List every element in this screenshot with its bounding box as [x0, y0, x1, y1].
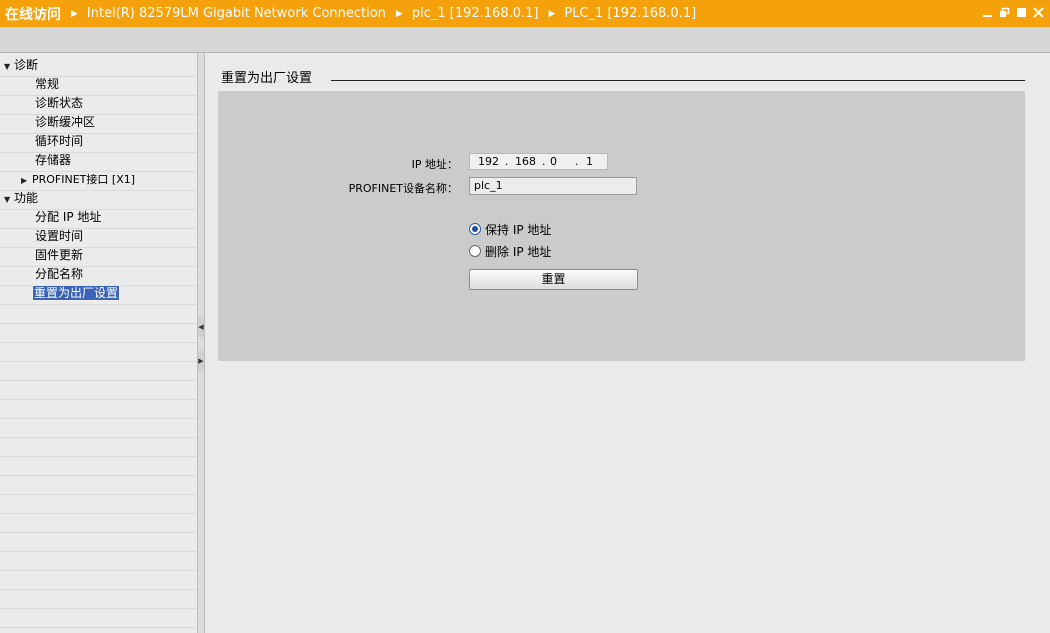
breadcrumb: 在线访问 ▶ Intel(R) 82579LM Gigabit Network … [0, 4, 696, 24]
collapse-left-icon[interactable]: ◀ [198, 317, 204, 337]
device-name-label: PROFINET设备名称： [348, 182, 458, 195]
tree-item-label: 诊断缓冲区 [35, 115, 96, 129]
ip-octet-2: 168 [515, 155, 536, 168]
chevron-right-icon: ▶ [548, 8, 556, 19]
tree-item-label: PROFINET接口 [X1] [32, 173, 136, 186]
ip-octet-4: 1 [586, 155, 593, 168]
tree-item-label: 诊断状态 [35, 96, 84, 110]
chevron-right-icon: ▶ [71, 8, 78, 19]
tree-item-profinet-interface[interactable]: ▶ PROFINET接口 [X1] [21, 170, 136, 189]
ip-address-field: 192 . 168 . 0 . 1 [469, 153, 608, 170]
window-controls [980, 4, 1046, 21]
tree-item-cycle-time[interactable]: 循环时间 [34, 132, 84, 151]
tree-item-factory-reset[interactable]: 重置为出厂设置 [31, 284, 121, 303]
minimize-icon[interactable] [980, 4, 995, 21]
ip-dot: . [505, 155, 509, 168]
tree-item-diagnostic-status[interactable]: 诊断状态 [34, 94, 84, 113]
tree-item-label: 常规 [35, 77, 60, 91]
tree-item-label: 循环时间 [35, 134, 84, 148]
toolbar [0, 27, 1050, 53]
ip-dot: . [542, 155, 546, 168]
tree-item-label: 存储器 [35, 153, 72, 167]
tree-item-set-time[interactable]: 设置时间 [34, 227, 84, 246]
breadcrumb-network-adapter[interactable]: Intel(R) 82579LM Gigabit Network Connect… [87, 6, 386, 21]
breadcrumb-device[interactable]: plc_1 [192.168.0.1] [412, 6, 539, 21]
tree-item-assign-ip[interactable]: 分配 IP 地址 [34, 208, 102, 227]
ip-octet-3: 0 [550, 155, 557, 168]
maximize-icon[interactable] [1014, 4, 1029, 21]
restore-icon[interactable] [997, 4, 1012, 21]
radio-button-checked[interactable] [469, 223, 481, 235]
settings-panel [218, 91, 1025, 361]
breadcrumb-root[interactable]: 在线访问 [5, 4, 61, 24]
section-title: 重置为出厂设置 [221, 71, 313, 86]
chevron-right-icon: ▶ [395, 8, 403, 19]
tree-item-assign-name[interactable]: 分配名称 [34, 265, 84, 284]
title-bar: 在线访问 ▶ Intel(R) 82579LM Gigabit Network … [0, 0, 1050, 27]
tree-item-label: 设置时间 [35, 229, 84, 243]
radio-button-unchecked[interactable] [469, 245, 481, 257]
tree-group-functions[interactable]: ▼ 功能 [4, 189, 38, 208]
tree-item-label: 重置为出厂设置 [31, 285, 121, 301]
tree-item-diagnostic-buffer[interactable]: 诊断缓冲区 [34, 113, 96, 132]
tree-item-label: 分配名称 [35, 267, 84, 281]
collapsed-arrow-icon[interactable]: ▶ [21, 171, 31, 190]
reset-button[interactable]: 重置 [469, 269, 638, 290]
tree-item-label: 分配 IP 地址 [35, 210, 102, 224]
delete-ip-option[interactable]: 删除 IP 地址 [469, 243, 551, 259]
tree-group-label: 诊断 [14, 58, 39, 72]
expanded-arrow-icon[interactable]: ▼ [4, 57, 14, 76]
breadcrumb-plc[interactable]: PLC_1 [192.168.0.1] [564, 6, 696, 21]
delete-ip-label: 删除 IP 地址 [485, 244, 552, 259]
keep-ip-label: 保持 IP 地址 [485, 222, 552, 237]
ip-octet-1: 192 [478, 155, 499, 168]
navigation-tree: ▼ 诊断 常规 诊断状态 诊断缓冲区 循环时间 存储器 ▶ PROFINET接口 [… [0, 53, 197, 633]
expand-right-icon[interactable]: ▶ [198, 351, 204, 371]
divider [331, 80, 1025, 81]
tree-item-firmware-update[interactable]: 固件更新 [34, 246, 84, 265]
device-name-field: plc_1 [469, 177, 637, 195]
tree-item-memory[interactable]: 存储器 [34, 151, 72, 170]
tree-group-diagnostics[interactable]: ▼ 诊断 [4, 56, 38, 75]
pane-splitter[interactable]: ◀ ▶ [197, 53, 205, 633]
tree-group-label: 功能 [14, 191, 39, 205]
tree-item-label: 固件更新 [35, 248, 84, 262]
ip-dot: . [575, 155, 579, 168]
expanded-arrow-icon[interactable]: ▼ [4, 190, 14, 209]
close-icon[interactable] [1031, 4, 1046, 21]
tree-item-general[interactable]: 常规 [34, 75, 60, 94]
keep-ip-option[interactable]: 保持 IP 地址 [469, 221, 551, 237]
ip-address-label: IP 地址： [411, 158, 458, 171]
